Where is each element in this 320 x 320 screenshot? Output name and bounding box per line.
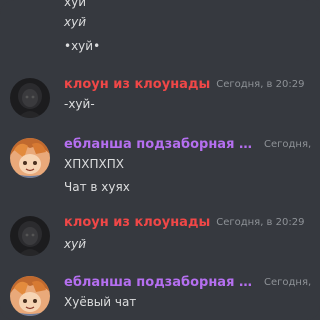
clown-avatar-icon — [10, 78, 50, 118]
timestamp: Сегодня, — [264, 277, 312, 288]
username[interactable]: клоун из клоунады — [64, 76, 210, 94]
avatar-purple[interactable] — [10, 138, 50, 178]
username[interactable]: ебланша подзаборная р... — [64, 136, 258, 154]
timestamp: Сегодня, в 20:29 — [216, 217, 305, 228]
message-line: хуй — [64, 0, 87, 9]
anime-avatar-icon — [10, 138, 50, 178]
clown-avatar-icon — [10, 216, 50, 256]
avatar-purple[interactable] — [10, 276, 50, 316]
message-group: ебланша подзаборная р... Сегодня, ХПХПХПХ… — [0, 136, 320, 194]
username[interactable]: клоун из клоунады — [64, 214, 210, 232]
username[interactable]: ебланша подзаборная р... — [64, 274, 258, 292]
message-line: •хуй• — [64, 39, 101, 53]
message-group: ебланша подзаборная р... Сегодня, Хуёвый … — [0, 274, 320, 320]
message-line: хуй — [64, 15, 87, 29]
message-text: Чат в хуях — [64, 180, 130, 194]
chat-message-list: хуй хуй •хуй• клоун из клоунады Сегодня, … — [0, 0, 320, 320]
message-group: клоун из клоунады Сегодня, в 20:29 -хуй- — [0, 76, 320, 132]
message-text: ХПХПХПХ — [64, 157, 124, 171]
avatar-clown[interactable] — [10, 78, 50, 118]
message-text: Хуёвый чат — [64, 295, 137, 309]
message-group: клоун из клоунады Сегодня, в 20:29 хуй — [0, 214, 320, 270]
timestamp: Сегодня, — [264, 139, 312, 150]
timestamp: Сегодня, в 20:29 — [216, 79, 305, 90]
avatar-clown[interactable] — [10, 216, 50, 256]
message-text: -хуй- — [64, 97, 95, 111]
message-text: хуй — [64, 237, 87, 251]
anime-avatar-icon — [10, 276, 50, 316]
